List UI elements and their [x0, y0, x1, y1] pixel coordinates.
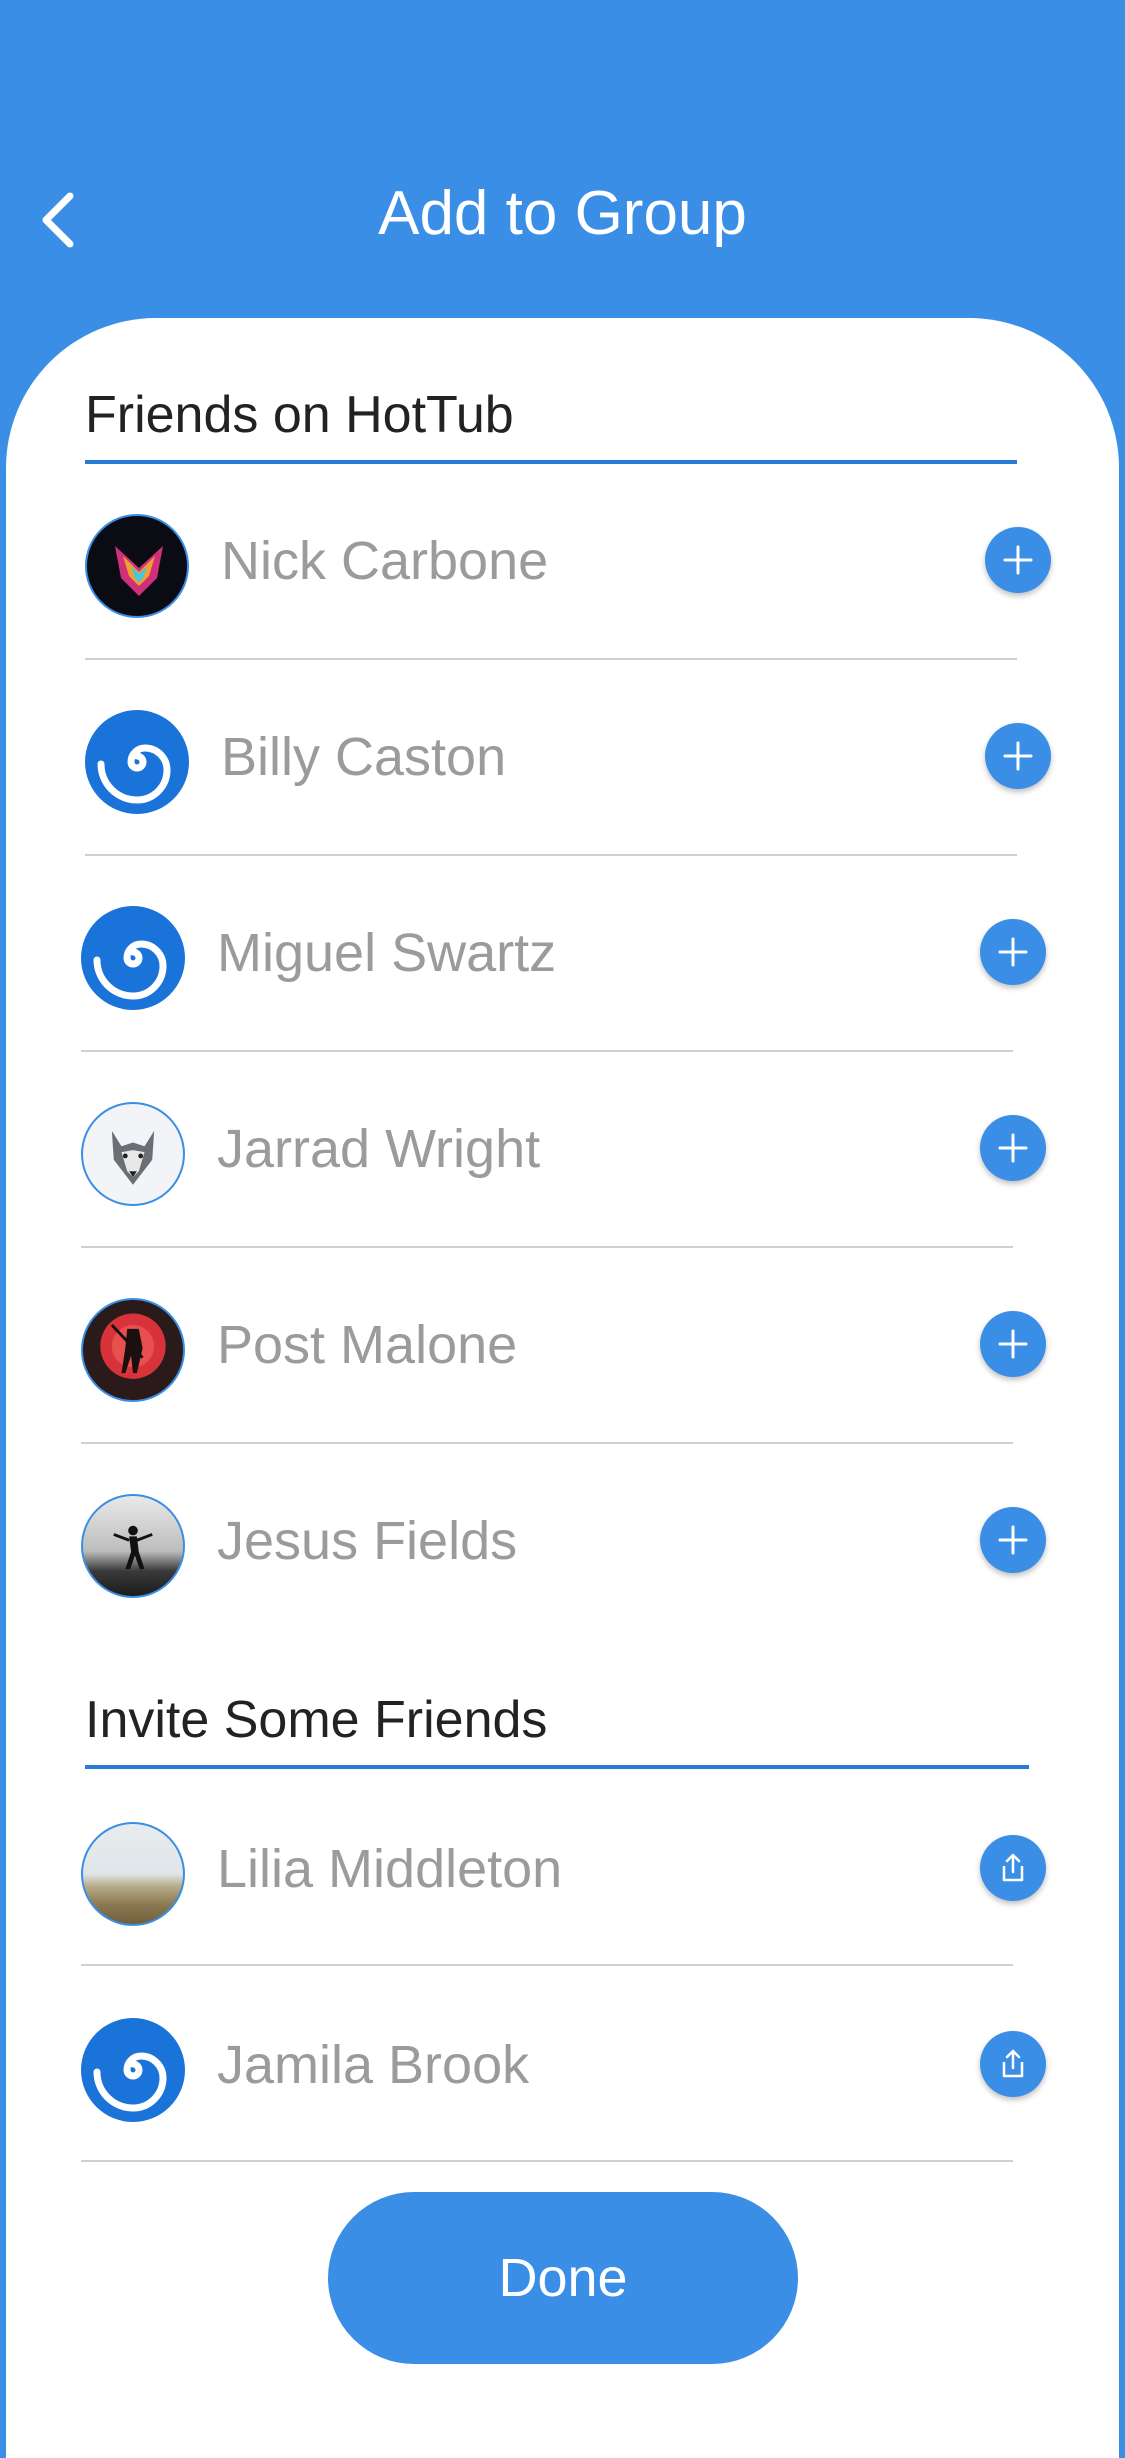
- plus-icon: [998, 937, 1028, 967]
- list-item: Jesus Fields: [0, 1442, 1125, 1638]
- done-button[interactable]: Done: [328, 2192, 798, 2364]
- share-invite-button[interactable]: [980, 1835, 1046, 1901]
- list-item: Lilia Middleton: [0, 1770, 1125, 1966]
- plus-icon: [1003, 545, 1033, 575]
- avatar: [81, 1822, 185, 1926]
- section-title-friends: Friends on HotTub: [85, 386, 514, 444]
- friend-name: Jamila Brook: [217, 2035, 530, 2095]
- share-icon: [1002, 2049, 1024, 2078]
- add-friend-button[interactable]: [980, 1507, 1046, 1573]
- share-icon: [1002, 1853, 1024, 1882]
- avatar: [85, 710, 189, 814]
- section-underline: [85, 1765, 1029, 1769]
- add-friend-button[interactable]: [980, 1311, 1046, 1377]
- share-invite-button[interactable]: [980, 2031, 1046, 2097]
- avatar: [81, 1102, 185, 1206]
- friend-name: Billy Caston: [221, 727, 507, 787]
- list-item: Billy Caston: [0, 658, 1125, 856]
- row-divider: [81, 2160, 1013, 2162]
- avatar: [85, 514, 189, 618]
- friend-name: Jesus Fields: [217, 1511, 518, 1571]
- avatar: [81, 906, 185, 1010]
- page-title: Add to Group: [378, 179, 747, 248]
- section-title-invite: Invite Some Friends: [85, 1691, 548, 1749]
- add-friend-button[interactable]: [985, 527, 1051, 593]
- list-item: Post Malone: [0, 1246, 1125, 1444]
- add-friend-button[interactable]: [985, 723, 1051, 789]
- avatar: [81, 1494, 185, 1598]
- list-item: Miguel Swartz: [0, 854, 1125, 1052]
- plus-icon: [998, 1133, 1028, 1163]
- avatar: [81, 2018, 185, 2122]
- add-friend-button[interactable]: [980, 1115, 1046, 1181]
- plus-icon: [998, 1525, 1028, 1555]
- list-item: Nick Carbone: [0, 462, 1125, 660]
- friend-name: Miguel Swartz: [217, 923, 557, 983]
- app-header: Add to Group: [0, 0, 1125, 330]
- add-friend-button[interactable]: [980, 919, 1046, 985]
- plus-icon: [998, 1329, 1028, 1359]
- list-item: Jamila Brook: [0, 1966, 1125, 2162]
- avatar: [81, 1298, 185, 1402]
- plus-icon: [1003, 741, 1033, 771]
- list-item: Jarrad Wright: [0, 1050, 1125, 1248]
- friend-name: Nick Carbone: [221, 531, 549, 591]
- friend-name: Lilia Middleton: [217, 1839, 563, 1899]
- friend-name: Jarrad Wright: [217, 1119, 541, 1179]
- friend-name: Post Malone: [217, 1315, 518, 1375]
